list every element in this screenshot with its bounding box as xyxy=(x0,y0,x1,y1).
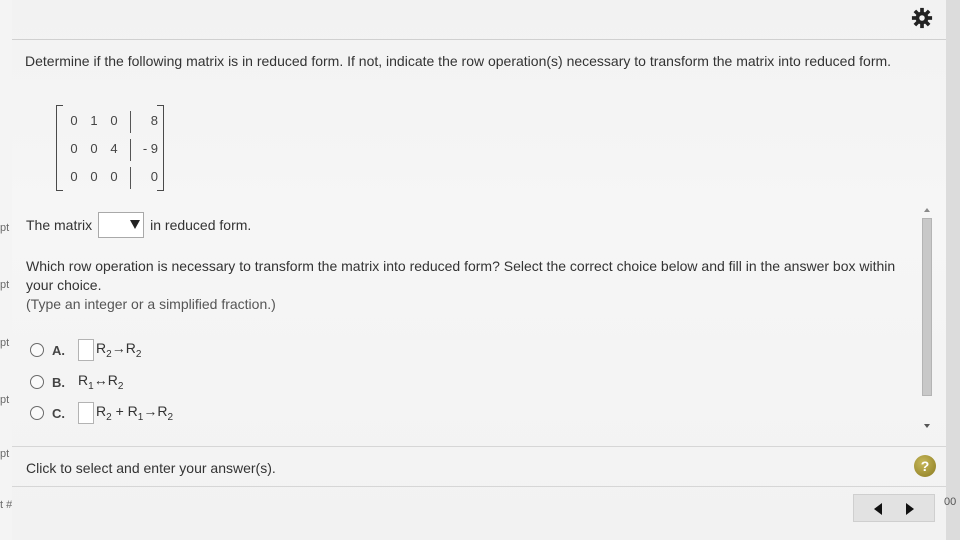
statement-prefix: The matrix xyxy=(26,217,93,233)
matrix-augmented-cell: 8 xyxy=(150,113,158,128)
choice-a-answer-box[interactable] xyxy=(78,339,94,361)
scrollbar-thumb[interactable] xyxy=(922,218,932,396)
left-edge-fragment: t # xyxy=(0,499,13,511)
question-text: Determine if the following matrix is in … xyxy=(25,53,892,69)
question-navigation xyxy=(853,494,935,522)
choice-b-radio[interactable] xyxy=(30,375,44,389)
choice-a-expression: R2→R2 xyxy=(96,340,142,360)
statement-suffix: in reduced form. xyxy=(150,217,252,233)
matrix-cell: 0 xyxy=(90,141,98,156)
gear-icon xyxy=(911,7,933,29)
next-arrow-icon[interactable] xyxy=(906,503,914,515)
top-divider xyxy=(12,39,946,40)
left-edge-fragment: pt xyxy=(0,279,10,291)
choice-c-radio[interactable] xyxy=(30,406,44,420)
matrix-cell: 0 xyxy=(70,113,78,128)
left-edge-fragment: pt xyxy=(0,394,10,406)
left-edge-fragment: pt xyxy=(0,448,10,460)
augment-divider xyxy=(130,139,131,161)
left-edge-fragment: pt xyxy=(0,222,10,234)
reduced-form-statement: The matrix in reduced form. xyxy=(26,211,251,239)
nav-divider xyxy=(12,486,946,487)
help-button[interactable]: ? xyxy=(914,455,936,477)
left-edge-fragment: pt xyxy=(0,337,10,349)
matrix-right-bracket xyxy=(157,105,164,191)
matrix-augmented-cell: 0 xyxy=(150,169,158,184)
matrix-row: 0 0 4 - 9 xyxy=(68,139,158,161)
choice-a[interactable]: A. R2→R2 xyxy=(30,339,141,361)
choice-letter: B. xyxy=(52,374,65,390)
choice-letter: C. xyxy=(52,405,65,421)
row-operation-question: Which row operation is necessary to tran… xyxy=(26,257,916,314)
matrix-cell: 0 xyxy=(70,169,78,184)
matrix-cell: 4 xyxy=(110,141,118,156)
instruction-text: Click to select and enter your answer(s)… xyxy=(26,460,276,476)
right-edge-strip xyxy=(946,0,960,540)
answer-format-hint: (Type an integer or a simplified fractio… xyxy=(26,296,276,312)
choice-letter: A. xyxy=(52,342,65,358)
matrix-cell: 1 xyxy=(90,113,98,128)
choice-c-expression: R2 + R1→R2 xyxy=(96,403,174,423)
choice-b-expression: R1↔R2 xyxy=(78,372,124,392)
matrix-cell: 0 xyxy=(110,113,118,128)
right-edge-fragment: 00 xyxy=(944,496,957,508)
matrix-row: 0 0 0 0 xyxy=(68,167,158,189)
dropdown-arrow-icon xyxy=(130,220,141,229)
previous-arrow-icon[interactable] xyxy=(874,503,882,515)
augment-divider xyxy=(130,167,131,189)
settings-button[interactable] xyxy=(909,5,935,31)
footer-divider xyxy=(12,446,946,447)
matrix-cell: 0 xyxy=(90,169,98,184)
choice-c-answer-box[interactable] xyxy=(78,402,94,424)
is-reduced-dropdown[interactable] xyxy=(98,212,145,238)
scroll-down-icon[interactable] xyxy=(924,424,930,428)
augmented-matrix: 0 1 0 8 0 0 4 - 9 0 0 0 0 xyxy=(56,105,164,191)
matrix-cell: 0 xyxy=(70,141,78,156)
matrix-row: 0 1 0 8 xyxy=(68,111,158,133)
choice-a-radio[interactable] xyxy=(30,343,44,357)
augment-divider xyxy=(130,111,131,133)
matrix-augmented-cell: - 9 xyxy=(142,141,158,156)
choice-b[interactable]: B. R1↔R2 xyxy=(30,371,123,393)
row-operation-question-text: Which row operation is necessary to tran… xyxy=(26,258,896,293)
matrix-left-bracket xyxy=(56,105,63,191)
choice-c[interactable]: C. R2 + R1→R2 xyxy=(30,402,173,424)
matrix-cell: 0 xyxy=(110,169,118,184)
